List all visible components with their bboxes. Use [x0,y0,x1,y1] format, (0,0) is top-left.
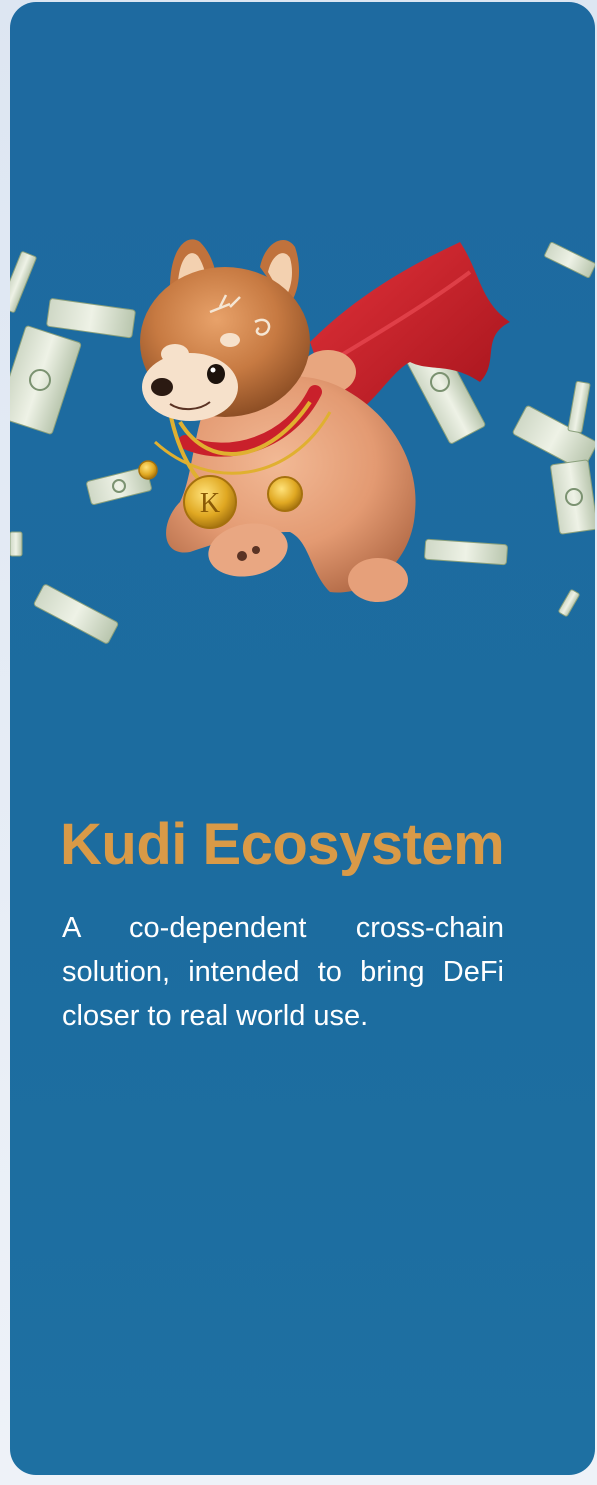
page: K Kudi Ecosystem A co-dependent cross-ch… [0,0,597,1485]
medallion-icon: K [183,475,237,529]
money-bill-icon [567,380,591,434]
money-bill-icon [550,459,595,535]
money-bill-icon [46,298,136,339]
svg-text:K: K [200,488,220,519]
hero-illustration: K [10,239,595,644]
money-bill-icon [10,531,23,557]
money-bill-icon [10,251,37,313]
dog-head [140,239,310,421]
card-description: A co-dependent cross-chain solution, int… [62,912,504,1032]
ecosystem-card: K Kudi Ecosystem A co-dependent cross-ch… [10,2,595,1475]
money-bill-icon [558,589,580,617]
hind-leg-shape [348,558,408,602]
card-title: Kudi Ecosystem [60,812,505,877]
money-bill-icon [544,242,595,278]
money-bill-icon [10,325,82,435]
money-bill-icon [424,538,508,566]
money-bill-icon [33,584,119,644]
